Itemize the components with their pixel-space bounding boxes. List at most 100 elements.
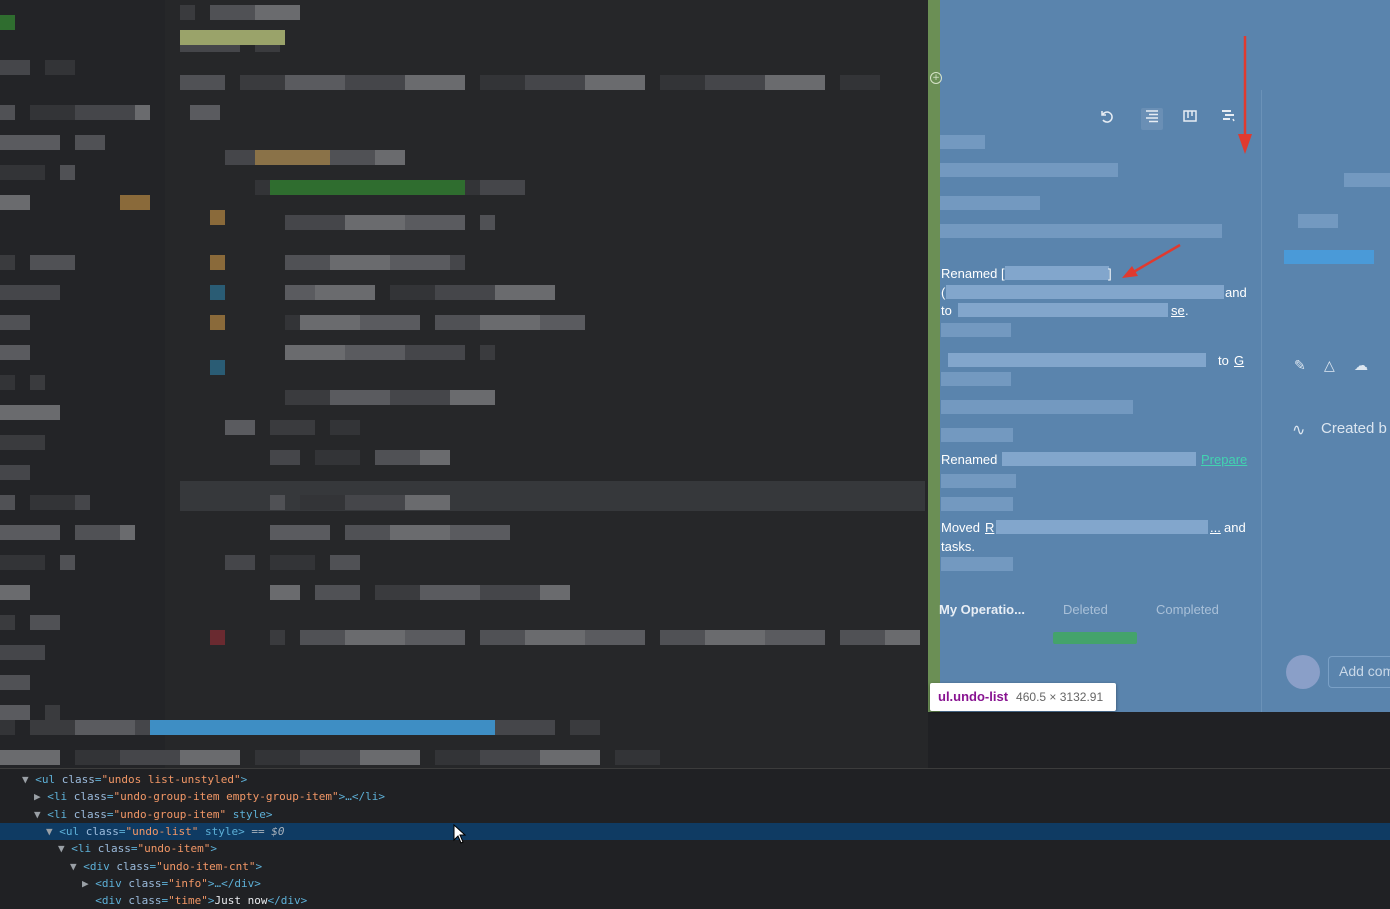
selected-marker: == $0 (244, 824, 285, 838)
pixel-block (30, 720, 75, 735)
devtools-elements-panel: ▼ <ul class="undos list-unstyled"> ▶ <li … (0, 768, 1390, 907)
pixel-block (405, 495, 450, 510)
pixel-block (225, 420, 255, 435)
pixel-block (660, 630, 705, 645)
attr-eq: = (106, 790, 114, 804)
pixel-block (765, 630, 825, 645)
blurred-row (941, 497, 1013, 511)
tab-completed[interactable]: Completed (1156, 602, 1219, 617)
pixel-accent (270, 180, 465, 195)
activity-link[interactable]: se (1171, 303, 1185, 318)
redacted-name (1002, 452, 1196, 466)
blurred-time (941, 323, 1011, 337)
expand-toggle-icon: ▼ (34, 807, 48, 821)
expand-toggle-icon: ▼ (58, 842, 72, 856)
pixel-block (315, 585, 360, 600)
dom-node[interactable]: ▼ <li class="undo-item"> (0, 840, 1390, 857)
undo-icon[interactable] (1095, 108, 1117, 130)
pixel-block (45, 60, 75, 75)
pixel-block (345, 345, 405, 360)
pixel-block (765, 75, 825, 90)
pixel-accent (210, 285, 225, 300)
pixel-block (705, 75, 765, 90)
pixel-block (225, 555, 255, 570)
pixel-accent (255, 150, 330, 165)
dom-node-selected[interactable]: ▼ <ul class="undo-list" style> == $0 (0, 822, 1390, 840)
pixel-accent (210, 630, 225, 645)
tag-close: > (255, 859, 263, 873)
pixel-block (405, 75, 465, 90)
redacted-text (946, 285, 1224, 299)
pixel-block (30, 615, 60, 630)
dom-node[interactable]: ▶ <div class="info">…</div> (0, 875, 1390, 892)
pixel-block (0, 315, 30, 330)
pixel-block (270, 420, 315, 435)
dom-node[interactable]: ▼ <div class="undo-item-cnt"> (0, 858, 1390, 875)
app-page-highlighted: + Renamed [ ] ( and to se . to G Renamed (928, 0, 1390, 712)
pixel-block (585, 630, 645, 645)
redacted-text (996, 520, 1208, 534)
add-circle-icon[interactable]: + (930, 72, 942, 84)
activity-and: and (1225, 285, 1247, 300)
add-comment-placeholder: Add com (1339, 663, 1390, 679)
pixel-block (345, 525, 390, 540)
drive-icon[interactable]: △ (1324, 358, 1335, 374)
pixel-block (405, 630, 465, 645)
pixel-block (30, 255, 75, 270)
blurred-time (941, 474, 1016, 488)
pixel-block (450, 390, 495, 405)
attachment-icon[interactable]: ✎ (1294, 358, 1306, 374)
pixel-block (435, 315, 480, 330)
activity-renamed-label: Renamed (941, 452, 998, 467)
dom-node[interactable]: ▼ <ul class="undos list-unstyled"> (0, 771, 1390, 788)
tab-my-operations[interactable]: My Operatio... (939, 602, 1025, 617)
pixel-block (300, 630, 345, 645)
attr-value: "undo-group-item" (113, 807, 227, 821)
attr-name: class (61, 773, 95, 786)
pixel-block (135, 105, 150, 120)
tab-deleted[interactable]: Deleted (1063, 602, 1108, 617)
pixel-block (0, 405, 60, 420)
attr-name: class (73, 790, 107, 804)
activity-moved-label: Moved (941, 520, 981, 535)
pixel-block (390, 525, 450, 540)
tooltip-size: 460.5 × 3132.91 (1016, 690, 1104, 704)
pixel-block (0, 435, 45, 450)
activity-link[interactable]: R (985, 520, 994, 535)
tooltip-selector: ul.undo-list (938, 689, 1009, 704)
dom-node[interactable]: ▶ <li class="undo-group-item empty-group… (0, 788, 1390, 805)
expand-toggle-icon: ▶ (34, 790, 48, 804)
expand-toggle-icon: ▶ (82, 876, 96, 890)
board-view-icon[interactable] (1179, 108, 1201, 130)
redacted-text (948, 353, 1206, 367)
pixel-block (285, 315, 300, 330)
tag-close: >…</div> (207, 876, 261, 890)
pixel-block (345, 630, 405, 645)
activity-pulse-icon: ∿ (1292, 420, 1306, 439)
tag-open: <li (47, 807, 74, 821)
pixel-block (480, 315, 540, 330)
activity-link[interactable]: G (1234, 353, 1244, 368)
activity-tasks: tasks. (941, 539, 975, 554)
activity-link[interactable]: Prepare (1201, 452, 1247, 467)
list-view-icon[interactable] (1141, 108, 1163, 130)
expand-toggle-icon: ▼ (46, 824, 60, 838)
pixel-block (585, 75, 645, 90)
pixel-accent (210, 315, 225, 330)
attr-name: class (73, 807, 107, 821)
attr-name: class (97, 842, 131, 856)
pixel-block (480, 215, 495, 230)
add-comment-input[interactable]: Add com (1328, 656, 1390, 688)
attr-name: class (128, 876, 162, 890)
pixel-block (60, 555, 75, 570)
pixel-block (390, 390, 450, 405)
attr-value: "time" (168, 894, 208, 908)
blurred-row (1344, 173, 1390, 187)
dom-node[interactable]: <div class="time">Just now</div> (0, 892, 1390, 909)
dom-node[interactable]: ▼ <li class="undo-group-item" style> (0, 806, 1390, 823)
activity-link[interactable]: ... (1210, 520, 1221, 535)
cloud-icon[interactable]: ☁ (1354, 358, 1368, 374)
activity-paren: ( (941, 285, 946, 300)
pixel-block (345, 75, 405, 90)
pixel-block (75, 525, 120, 540)
